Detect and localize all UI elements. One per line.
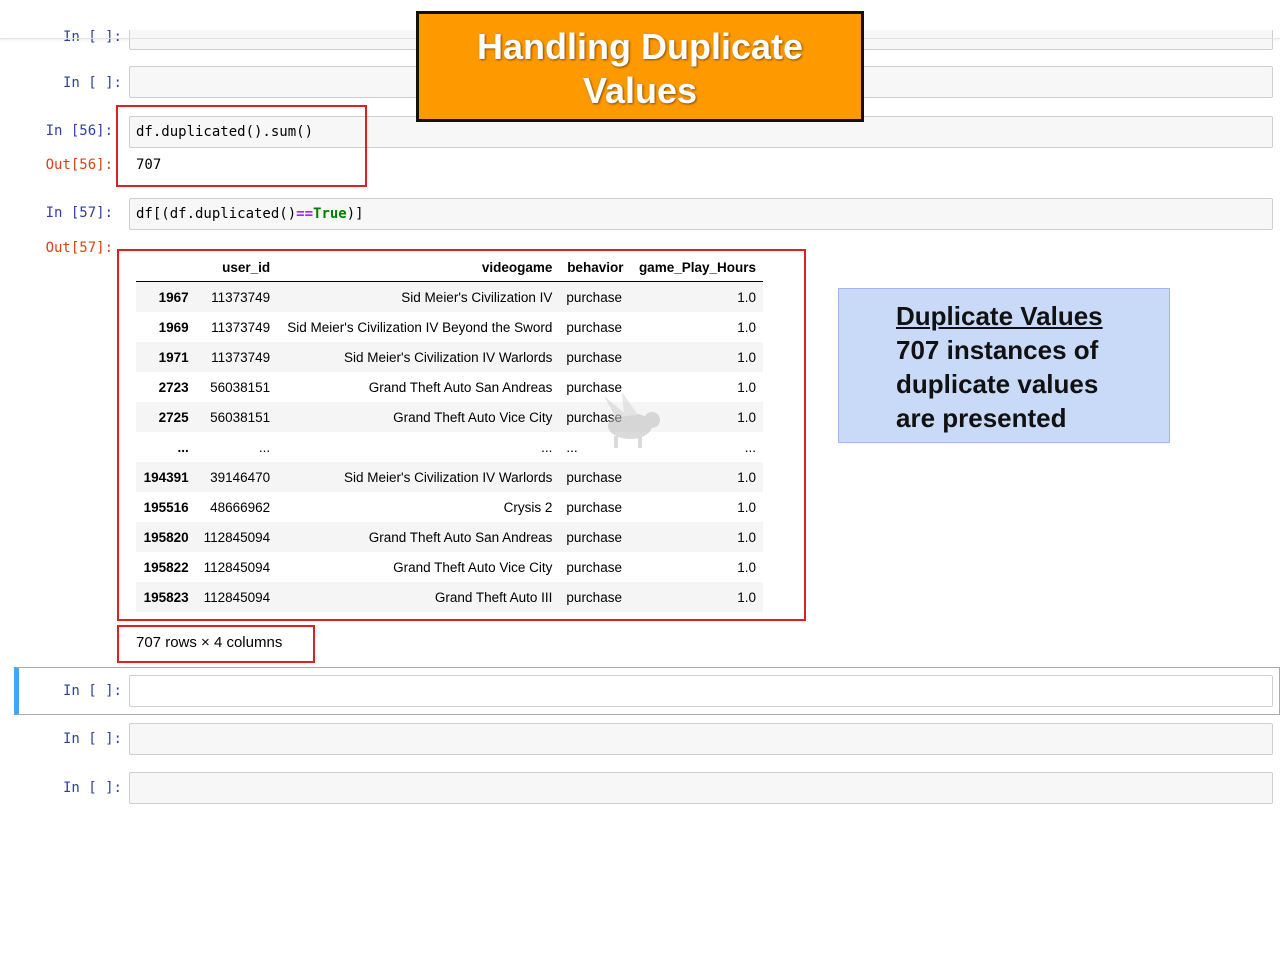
cell-4-out-prompt: Out[57]: xyxy=(45,240,113,256)
code-operator: == xyxy=(296,206,314,222)
note-callout: Duplicate Values 707 instances of duplic… xyxy=(838,288,1170,443)
title-banner: Handling Duplicate Values xyxy=(416,11,864,122)
note-line-3: are presented xyxy=(896,403,1067,433)
cell-6-input[interactable] xyxy=(129,723,1273,755)
cell-2-prompt: In [ ]: xyxy=(62,75,122,91)
cell-5-prompt: In [ ]: xyxy=(62,683,122,699)
cell-3-prompt: In [56]: xyxy=(45,123,113,139)
cell-6-prompt: In [ ]: xyxy=(62,731,122,747)
cell-5-input[interactable] xyxy=(129,675,1273,707)
cell-4-input[interactable]: df[(df.duplicated()==True)] xyxy=(129,198,1273,230)
cell-7-input[interactable] xyxy=(129,772,1273,804)
code-text: df[(df.duplicated() xyxy=(136,206,297,222)
note-title: Duplicate Values xyxy=(896,301,1103,331)
cell-7-prompt: In [ ]: xyxy=(62,780,122,796)
title-line-1: Handling Duplicate xyxy=(476,26,804,67)
cell-3-out-prompt: Out[56]: xyxy=(45,157,113,173)
highlight-box-shape xyxy=(117,625,315,663)
highlight-box-dataframe xyxy=(117,249,806,621)
note-line-1: 707 instances of xyxy=(896,335,1099,365)
cell-4-prompt: In [57]: xyxy=(45,205,113,221)
note-line-2: duplicate values xyxy=(896,369,1099,399)
code-text-end: )] xyxy=(346,206,364,222)
code-keyword: True xyxy=(313,206,347,222)
highlight-box-sum xyxy=(116,105,367,187)
title-line-2: Values xyxy=(582,70,698,111)
